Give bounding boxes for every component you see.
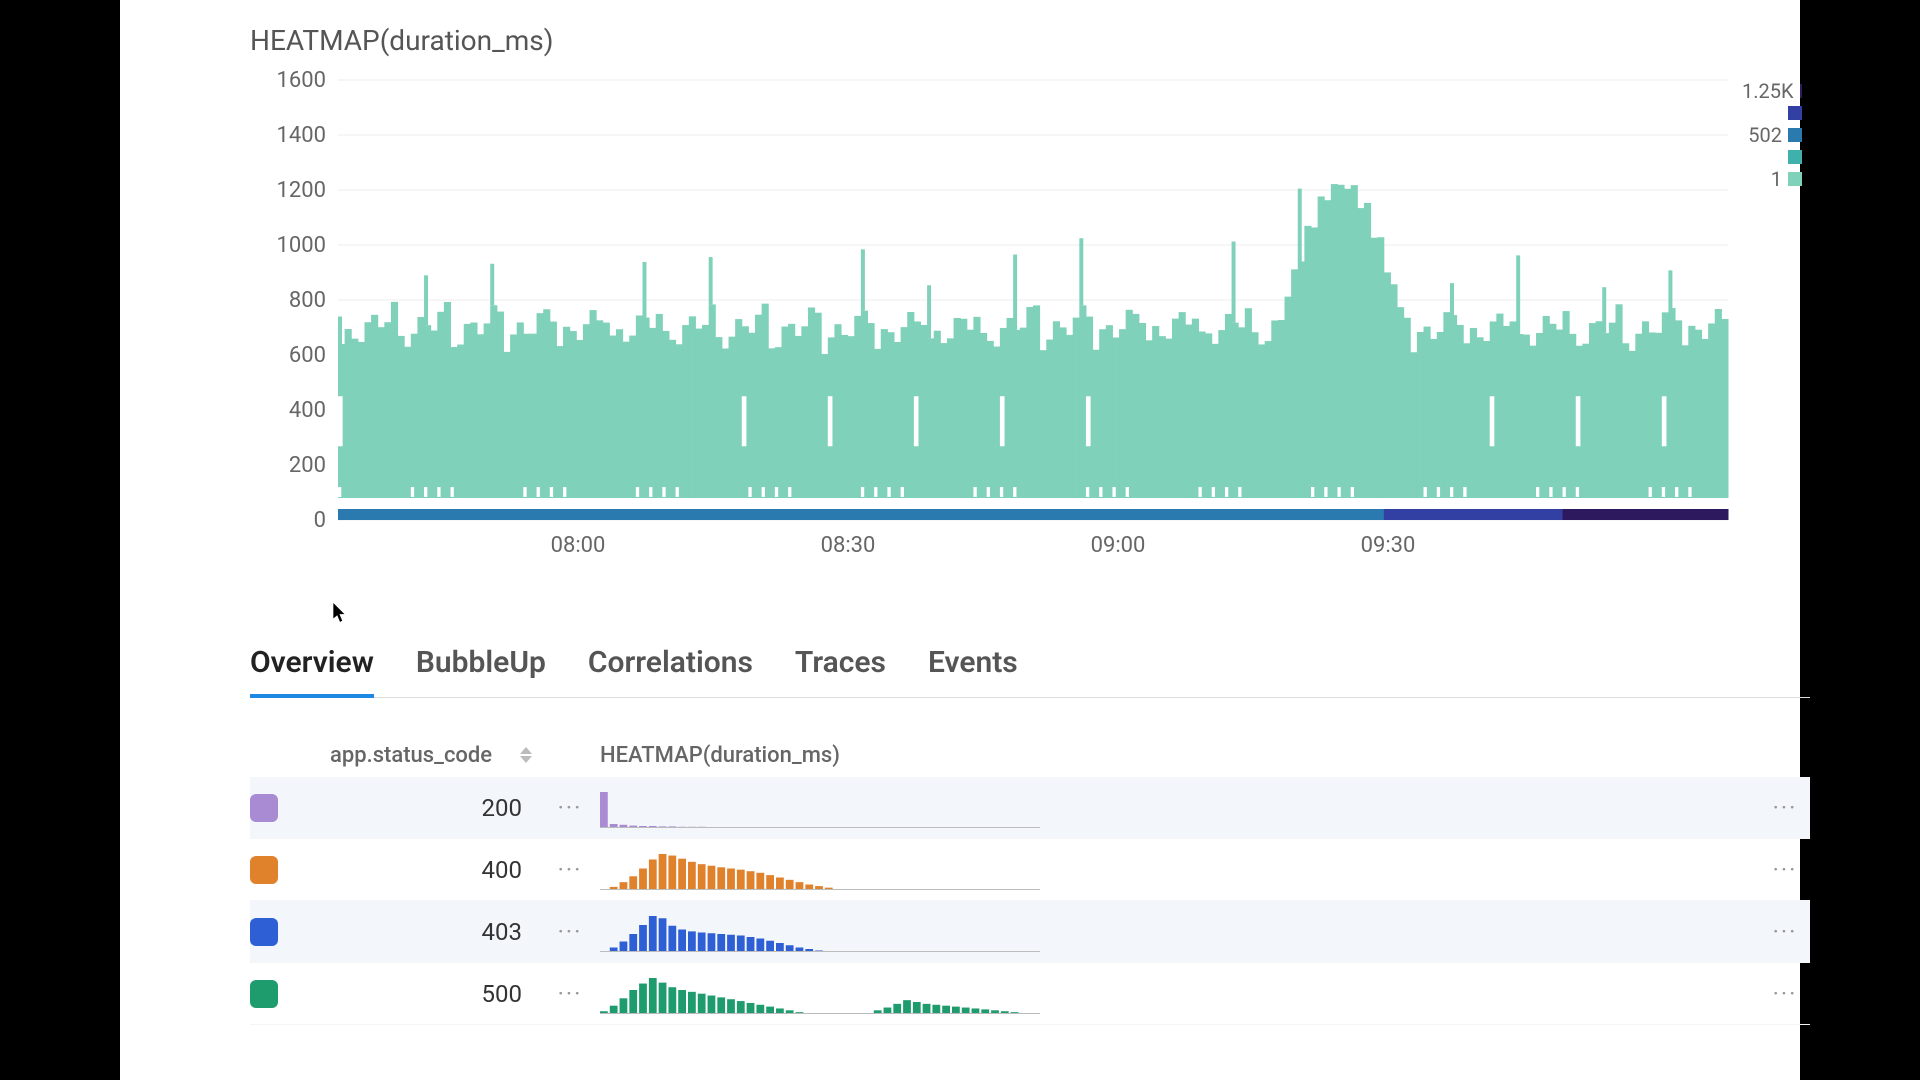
legend-swatch xyxy=(1788,128,1802,142)
svg-text:09:00: 09:00 xyxy=(1091,533,1146,558)
table-row[interactable]: 403······ xyxy=(250,901,1810,963)
svg-text:800: 800 xyxy=(289,288,326,313)
chart-title: HEATMAP(duration_ms) xyxy=(250,24,554,57)
legend-entry xyxy=(1742,102,1802,124)
table-row[interactable]: 400······ xyxy=(250,839,1810,901)
svg-text:09:30: 09:30 xyxy=(1361,533,1416,558)
tab-traces[interactable]: Traces xyxy=(795,645,886,698)
legend-swatch xyxy=(1800,84,1802,98)
results-table: app.status_code HEATMAP(duration_ms) 200… xyxy=(250,733,1810,1025)
column-header-label: app.status_code xyxy=(330,743,492,768)
row-histogram xyxy=(600,850,1040,890)
svg-text:1600: 1600 xyxy=(277,68,326,93)
tab-correlations[interactable]: Correlations xyxy=(588,645,753,698)
status-code-value: 403 xyxy=(330,918,540,946)
row-histogram xyxy=(600,788,1040,828)
color-scale-legend: 1.25K 502 1 xyxy=(1742,80,1802,190)
row-histogram xyxy=(600,974,1040,1014)
legend-entry xyxy=(1742,146,1802,168)
series-swatch xyxy=(250,918,278,946)
svg-text:08:00: 08:00 xyxy=(551,533,606,558)
column-header-label: HEATMAP(duration_ms) xyxy=(600,743,840,768)
row-menu-button[interactable]: ··· xyxy=(540,918,600,946)
legend-entry: 502 xyxy=(1742,124,1802,146)
row-menu-button[interactable]: ··· xyxy=(540,980,600,1008)
series-swatch xyxy=(250,856,278,884)
table-row[interactable]: 500······ xyxy=(250,963,1810,1025)
status-code-value: 200 xyxy=(330,794,540,822)
series-swatch xyxy=(250,794,278,822)
legend-swatch xyxy=(1788,150,1802,164)
result-tabs: Overview BubbleUp Correlations Traces Events xyxy=(250,645,1810,698)
row-menu-button[interactable]: ··· xyxy=(1760,980,1810,1008)
status-code-value: 500 xyxy=(330,980,540,1008)
row-menu-button[interactable]: ··· xyxy=(1760,856,1810,884)
legend-swatch xyxy=(1788,106,1802,120)
row-menu-button[interactable]: ··· xyxy=(1760,918,1810,946)
table-row[interactable]: 200······ xyxy=(250,777,1810,839)
sort-icon[interactable] xyxy=(520,747,532,763)
legend-swatch xyxy=(1788,172,1802,186)
svg-text:08:30: 08:30 xyxy=(821,533,876,558)
cursor-icon xyxy=(333,603,347,627)
column-header-status-code[interactable]: app.status_code xyxy=(330,743,540,768)
svg-text:1400: 1400 xyxy=(277,123,326,148)
row-menu-button[interactable]: ··· xyxy=(540,856,600,884)
svg-text:0: 0 xyxy=(314,508,326,533)
svg-text:1200: 1200 xyxy=(277,178,326,203)
svg-text:600: 600 xyxy=(289,343,326,368)
column-header-heatmap[interactable]: HEATMAP(duration_ms) xyxy=(600,743,1060,768)
status-code-value: 400 xyxy=(330,856,540,884)
tab-overview[interactable]: Overview xyxy=(250,645,374,698)
svg-text:1000: 1000 xyxy=(277,233,326,258)
legend-entry: 1.25K xyxy=(1742,80,1802,102)
row-histogram xyxy=(600,912,1040,952)
svg-text:400: 400 xyxy=(289,398,326,423)
tab-bubbleup[interactable]: BubbleUp xyxy=(416,645,546,698)
row-menu-button[interactable]: ··· xyxy=(540,794,600,822)
row-menu-button[interactable]: ··· xyxy=(1760,794,1810,822)
heatmap-chart[interactable]: 0200400600800100012001400160008:0008:300… xyxy=(250,70,1728,540)
series-swatch xyxy=(250,980,278,1008)
table-header-row: app.status_code HEATMAP(duration_ms) xyxy=(250,733,1810,777)
legend-entry: 1 xyxy=(1742,168,1802,190)
tab-events[interactable]: Events xyxy=(928,645,1018,698)
svg-text:200: 200 xyxy=(289,453,326,478)
